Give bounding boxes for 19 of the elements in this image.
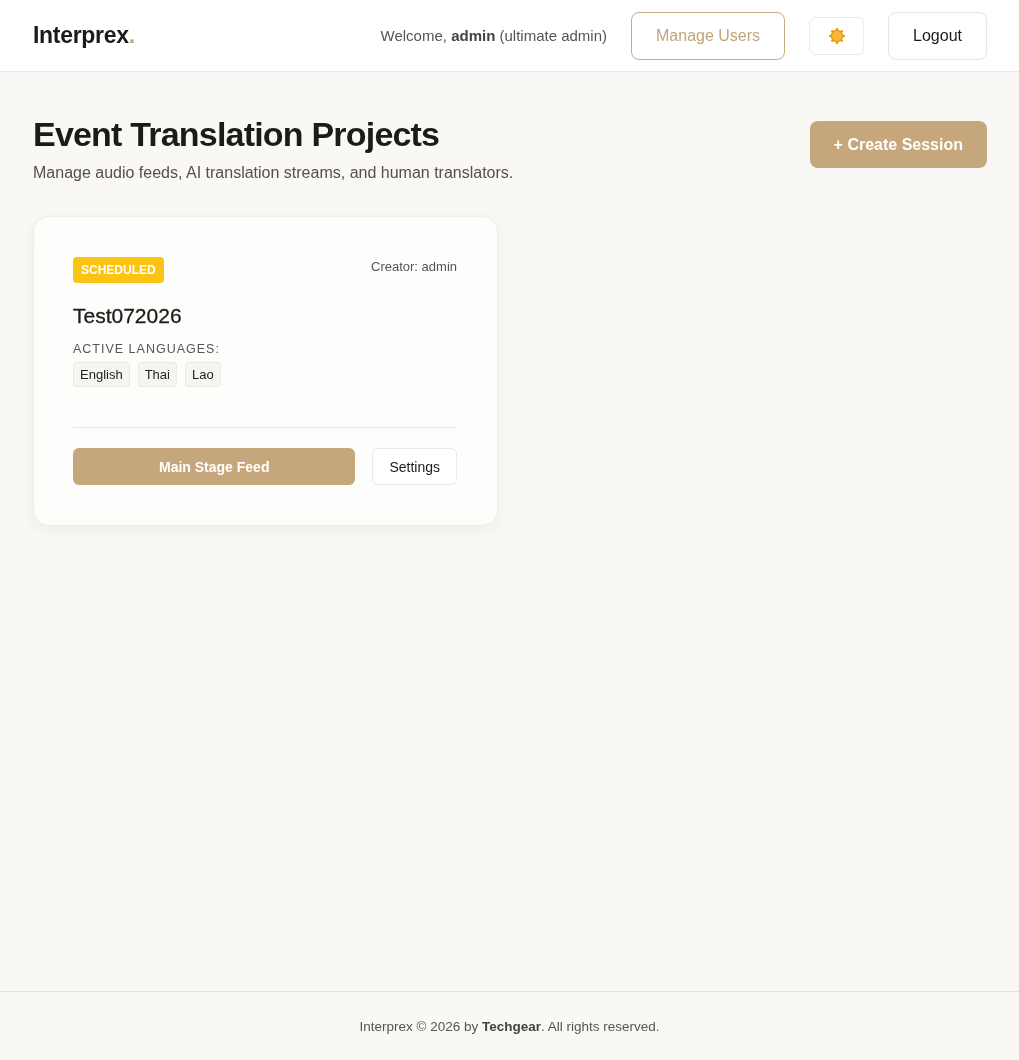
manage-users-button[interactable]: Manage Users xyxy=(631,11,786,60)
page-title: Event Translation Projects xyxy=(33,114,441,154)
brand-logo: Interprex. xyxy=(33,22,135,49)
main-stage-feed-button[interactable]: Main Stage Feed xyxy=(73,448,356,485)
language-tag: English xyxy=(73,362,130,387)
languages-label: ACTIVE LANGUAGES: xyxy=(73,342,221,356)
logout-button[interactable]: Logout xyxy=(888,11,987,60)
page-subtitle: Manage audio feeds, AI translation streams, and human translators. xyxy=(33,164,514,182)
sun-icon xyxy=(828,27,845,44)
language-tag: Lao xyxy=(184,362,221,387)
session-title: Test072026 xyxy=(73,304,183,328)
settings-button[interactable]: Settings xyxy=(372,448,457,485)
creator-text: Creator: admin xyxy=(371,259,457,274)
language-tag: Thai xyxy=(137,362,177,387)
create-session-button[interactable]: + Create Session xyxy=(809,121,987,168)
welcome-text: Welcome, admin (ultimate admin) xyxy=(380,27,607,44)
copyright-text: Interprex © 2026 by Techgear. All rights reserved. xyxy=(359,1018,660,1034)
status-badge: SCHEDULED xyxy=(73,257,164,283)
theme-toggle-button[interactable] xyxy=(809,16,865,55)
